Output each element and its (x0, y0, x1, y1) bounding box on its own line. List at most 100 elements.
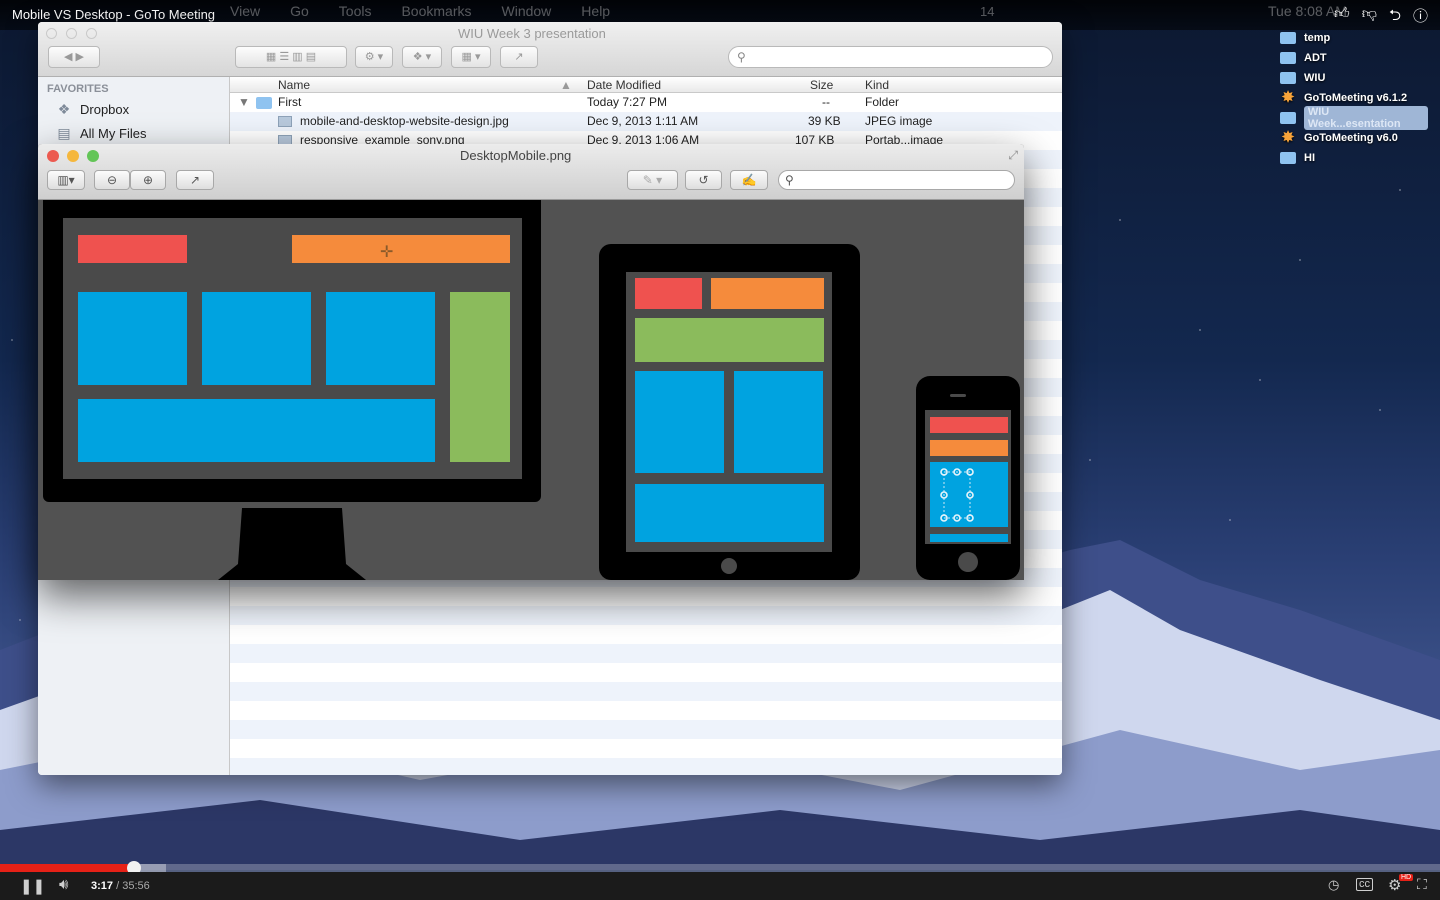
folder-icon (1280, 52, 1296, 64)
menubar-status-battery-count: 14 (980, 4, 995, 19)
column-name[interactable]: Name (278, 78, 310, 92)
file-row[interactable]: mobile-and-desktop-website-design.jpg De… (230, 112, 1062, 131)
preview-title: DesktopMobile.png (460, 148, 572, 163)
folder-icon (1280, 32, 1296, 44)
pause-icon[interactable]: ❚❚ (20, 877, 45, 895)
finder-zoom-button[interactable] (86, 28, 97, 39)
desktop-icons: temp ADT WIU ✸ GoToMeeting v6.1.2 WIU Wee… (1278, 28, 1428, 168)
preview-window: DesktopMobile.png ⤢ ▥▾ ⊖ ⊕ ↗ ✎ ▾ ↺ ✍ ⚲ ✛ (38, 144, 1024, 580)
preview-zoom-button[interactable] (87, 150, 99, 162)
layout-block-blue (78, 399, 435, 462)
file-list-header: Name ▲ Date Modified Size Kind (230, 77, 1062, 93)
layout-block-orange (930, 440, 1008, 456)
menu-window[interactable]: Window (502, 3, 552, 19)
menu-view[interactable]: View (230, 3, 260, 19)
sort-arrow-icon: ▲ (560, 78, 572, 92)
phone-home-button (958, 552, 978, 572)
layout-block-red (78, 235, 187, 263)
menu-go[interactable]: Go (290, 3, 309, 19)
desktop-icon-wiu[interactable]: WIU (1278, 68, 1428, 88)
finder-minimize-button[interactable] (66, 28, 77, 39)
desktop-icon-wiu-week[interactable]: WIU Week...esentation (1278, 106, 1428, 130)
folder-icon (1280, 152, 1296, 164)
current-time: 3:17 (91, 880, 114, 892)
rotate-button[interactable]: ↺ (685, 170, 722, 190)
progress-played (0, 864, 134, 872)
dropbox-button[interactable]: ❖ ▾ (402, 46, 442, 68)
sidebar-item-all-my-files[interactable]: ▤ All My Files (56, 125, 146, 141)
volume-icon[interactable]: 🔊︎ (59, 876, 68, 893)
zoom-in-button[interactable]: ⊕ (130, 170, 166, 190)
disclosure-triangle-icon[interactable]: ▼ (238, 95, 250, 109)
share-button[interactable]: ↗ (176, 170, 214, 190)
desktop-icon-temp[interactable]: temp (1278, 28, 1428, 48)
captions-icon[interactable]: cc (1356, 878, 1373, 891)
zoom-out-button[interactable]: ⊖ (94, 170, 130, 190)
crosshair-cursor-icon: ✛ (380, 244, 394, 261)
folder-icon (1280, 112, 1296, 124)
layout-block-orange (711, 278, 824, 309)
desktop-icon-adt[interactable]: ADT (1278, 48, 1428, 68)
preview-close-button[interactable] (47, 150, 59, 162)
folder-icon (256, 97, 272, 109)
back-forward-buttons[interactable]: ◀ ▶ (48, 46, 100, 68)
arrange-button[interactable]: ▦ ▾ (451, 46, 491, 68)
phone-speaker (950, 394, 966, 397)
hd-badge: HD (1399, 874, 1414, 881)
search-icon: ⚲ (785, 173, 794, 187)
annotate-button[interactable]: ✎ ▾ (627, 170, 678, 190)
dropbox-icon: ❖ (57, 101, 71, 117)
layout-block-red (635, 278, 702, 309)
layout-block-blue (326, 292, 435, 385)
preview-toolbar: DesktopMobile.png ⤢ ▥▾ ⊖ ⊕ ↗ ✎ ▾ ↺ ✍ ⚲ (38, 144, 1024, 200)
folder-icon (1280, 72, 1296, 84)
sidebar-toggle-button[interactable]: ▥▾ (47, 170, 85, 190)
menu-tools[interactable]: Tools (339, 3, 372, 19)
layout-block-blue (734, 371, 823, 473)
menu-bookmarks[interactable]: Bookmarks (401, 3, 471, 19)
column-date[interactable]: Date Modified (587, 78, 661, 92)
video-actions: 👍︎ 👎︎ ⮌ ⓘ (1334, 5, 1428, 30)
finder-close-button[interactable] (46, 28, 57, 39)
layout-block-orange (292, 235, 510, 263)
mac-menubar: View Go Tools Bookmarks Window Help (230, 3, 610, 19)
sidebar-heading: FAVORITES (47, 83, 109, 95)
desktop-icon-gotomeeting-612[interactable]: ✸ GoToMeeting v6.1.2 (1278, 88, 1428, 108)
share-icon[interactable]: ⮌ (1389, 5, 1401, 30)
image-file-icon (278, 116, 292, 127)
column-size[interactable]: Size (810, 78, 833, 92)
info-icon[interactable]: ⓘ (1413, 5, 1428, 30)
layout-block-blue (635, 371, 724, 473)
video-title[interactable]: Mobile VS Desktop - GoTo Meeting (12, 7, 215, 22)
action-gear-button[interactable]: ⚙ ▾ (355, 46, 393, 68)
preview-search-field[interactable]: ⚲ (778, 170, 1015, 190)
layout-block-blue (78, 292, 187, 385)
share-button[interactable]: ↗ (500, 46, 538, 68)
search-icon: ⚲ (737, 50, 746, 64)
preview-image: ✛ (38, 200, 1024, 580)
watch-later-icon[interactable]: ◷ (1328, 877, 1339, 893)
desktop-icon-hi[interactable]: HI (1278, 148, 1428, 168)
video-progress-bar[interactable] (0, 861, 1440, 875)
view-mode-buttons[interactable]: ▦ ☰ ▥ ▤ (235, 46, 347, 68)
edit-toolbar-button[interactable]: ✍ (730, 170, 768, 190)
player-controls: ❚❚ 🔊︎ 3:17 / 35:56 ◷ cc ⚙ HD ⛶ (0, 872, 1440, 900)
fullscreen-icon[interactable]: ⛶ (1417, 876, 1427, 893)
column-kind[interactable]: Kind (865, 78, 889, 92)
finder-search-field[interactable]: ⚲ (728, 46, 1053, 68)
dislike-icon[interactable]: 👎︎ (1362, 5, 1377, 30)
gotomeeting-icon: ✸ (1281, 89, 1295, 106)
preview-minimize-button[interactable] (67, 150, 79, 162)
fullscreen-icon[interactable]: ⤢ (1008, 148, 1018, 163)
sidebar-item-dropbox[interactable]: ❖ Dropbox (56, 101, 129, 117)
monitor-stand (218, 508, 366, 580)
time-display: 3:17 / 35:56 (91, 880, 150, 892)
tablet-home-button (721, 558, 737, 574)
finder-toolbar: WIU Week 3 presentation ◀ ▶ ▦ ☰ ▥ ▤ ⚙ ▾ … (38, 22, 1062, 77)
all-files-icon: ▤ (57, 125, 71, 141)
desktop-icon-gotomeeting-60[interactable]: ✸ GoToMeeting v6.0 (1278, 128, 1428, 148)
layout-block-green (635, 318, 824, 362)
file-row[interactable]: ▼ First Today 7:27 PM -- Folder (230, 93, 1062, 112)
like-icon[interactable]: 👍︎ (1334, 5, 1350, 30)
menu-help[interactable]: Help (581, 3, 610, 19)
